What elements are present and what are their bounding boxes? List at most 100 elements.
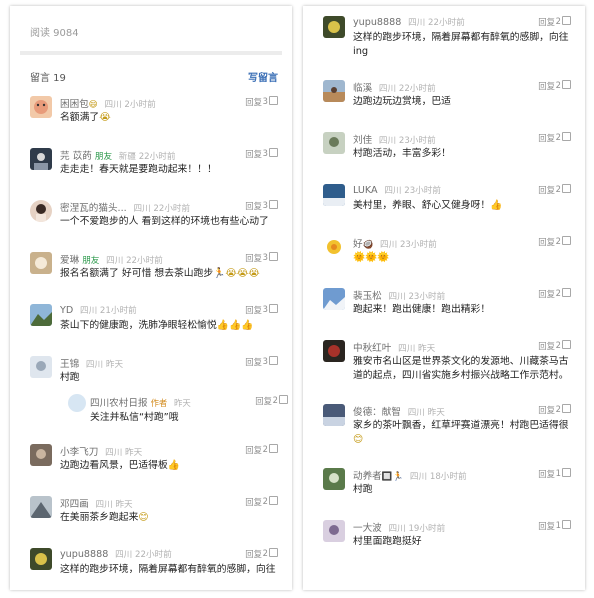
- commenter-name[interactable]: 困困包: [60, 99, 89, 110]
- location-time: 四川 22小时前: [133, 204, 191, 214]
- author-avatar[interactable]: [68, 394, 86, 412]
- location-time: 新疆 22小时前: [118, 152, 176, 162]
- commenter-name[interactable]: YD: [60, 305, 73, 316]
- commenter-name[interactable]: 邓四画: [60, 499, 89, 510]
- commenter-name[interactable]: 密涅瓦的猫头...: [60, 203, 127, 214]
- avatar[interactable]: [323, 288, 345, 310]
- like-button[interactable]: 2: [263, 548, 278, 558]
- commenter-name[interactable]: 裴玉松: [353, 291, 382, 302]
- avatar[interactable]: [323, 340, 345, 362]
- like-button[interactable]: 2: [556, 16, 571, 26]
- reply-button[interactable]: 回复: [245, 444, 262, 456]
- commenter-name[interactable]: 王锦: [60, 359, 79, 370]
- like-button[interactable]: 2: [263, 444, 278, 454]
- avatar[interactable]: [30, 496, 52, 518]
- commenter-name[interactable]: 刘佳: [353, 135, 372, 146]
- avatar[interactable]: [323, 468, 345, 490]
- comment-text: 这样的跑步环境，隔着屏幕都有醉氧的感脚，向往: [60, 564, 276, 575]
- reply-button[interactable]: 回复: [538, 132, 555, 144]
- avatar[interactable]: [30, 96, 52, 118]
- reply-button[interactable]: 回复: [245, 96, 262, 108]
- commenter-name[interactable]: 俊德：献智: [353, 407, 401, 418]
- reply-button[interactable]: 回复: [245, 148, 262, 160]
- avatar[interactable]: [30, 356, 52, 378]
- like-button[interactable]: 1: [556, 468, 571, 478]
- location-time: 四川 昨天: [105, 448, 143, 458]
- like-button[interactable]: 3: [263, 252, 278, 262]
- like-button[interactable]: 2: [556, 288, 571, 298]
- reply-button[interactable]: 回复: [245, 356, 262, 368]
- like-button[interactable]: 3: [263, 356, 278, 366]
- reply-button[interactable]: 回复: [538, 16, 555, 28]
- reply-button[interactable]: 回复: [245, 496, 262, 508]
- like-button[interactable]: 3: [263, 304, 278, 314]
- reply-button[interactable]: 回复: [538, 80, 555, 92]
- like-button[interactable]: 3: [263, 96, 278, 106]
- commenter-name[interactable]: LUKA: [353, 185, 378, 196]
- thumbs-up-icon: [269, 444, 278, 453]
- like-button[interactable]: 1: [556, 520, 571, 530]
- commenter-name[interactable]: 一大波: [353, 523, 382, 534]
- like-button[interactable]: 2: [263, 496, 278, 506]
- thumbs-up-icon: [269, 548, 278, 557]
- avatar[interactable]: [323, 16, 345, 38]
- avatar[interactable]: [323, 184, 345, 206]
- avatar[interactable]: [323, 520, 345, 542]
- commenter-name[interactable]: 芫 苡菂: [60, 151, 92, 162]
- comment-meta: 王锦 四川 昨天 回复 3: [60, 356, 282, 370]
- reply-button[interactable]: 回复: [255, 395, 272, 407]
- reply-button[interactable]: 回复: [538, 184, 555, 196]
- avatar[interactable]: [323, 236, 345, 258]
- location-time: 四川 22小时前: [378, 84, 436, 94]
- like-button[interactable]: 2: [556, 80, 571, 90]
- reply-button[interactable]: 回复: [538, 468, 555, 480]
- avatar[interactable]: [30, 148, 52, 170]
- comment-text: 报名名额满了 好可惜 想去茶山跑步🏃😭😭😭: [60, 268, 260, 279]
- author-reply-meta: 四川农村日报 作者 昨天: [90, 395, 191, 409]
- like-button[interactable]: 3: [263, 200, 278, 210]
- reply-button[interactable]: 回复: [245, 200, 262, 212]
- commenter-name[interactable]: yupu8888: [60, 549, 108, 560]
- like-button[interactable]: 3: [263, 148, 278, 158]
- thumbs-up-icon: [562, 340, 571, 349]
- reply-button[interactable]: 回复: [538, 404, 555, 416]
- commenter-name[interactable]: 爱琳: [60, 255, 79, 266]
- commenter-name[interactable]: 小李飞刀: [60, 447, 98, 458]
- like-button[interactable]: 2: [556, 132, 571, 142]
- avatar[interactable]: [30, 548, 52, 570]
- like-button[interactable]: 2: [273, 395, 288, 405]
- reply-button[interactable]: 回复: [538, 520, 555, 532]
- reply-button[interactable]: 回复: [245, 548, 262, 560]
- avatar[interactable]: [30, 304, 52, 326]
- avatar[interactable]: [30, 200, 52, 222]
- thumbs-up-icon: [562, 236, 571, 245]
- reply-button[interactable]: 回复: [245, 304, 262, 316]
- like-button[interactable]: 2: [556, 236, 571, 246]
- like-button[interactable]: 2: [556, 404, 571, 414]
- author-name[interactable]: 四川农村日报: [90, 398, 148, 409]
- comment-meta: YD 四川 21小时前 回复 3: [60, 304, 282, 318]
- avatar[interactable]: [323, 404, 345, 426]
- commenter-name[interactable]: 好: [353, 239, 363, 250]
- reply-button[interactable]: 回复: [538, 236, 555, 248]
- comment-text: 🌞🌞🌞: [353, 251, 571, 265]
- comment-item: 芫 苡菂 朋友 新疆 22小时前 回复 3 走走走！春天就是要跑动起来！！！: [10, 148, 292, 194]
- avatar[interactable]: [30, 444, 52, 466]
- avatar[interactable]: [323, 132, 345, 154]
- avatar[interactable]: [30, 252, 52, 274]
- reply-button[interactable]: 回复: [538, 288, 555, 300]
- location-time: 四川 昨天: [407, 408, 445, 418]
- like-button[interactable]: 2: [556, 340, 571, 350]
- location-time: 四川 昨天: [398, 344, 436, 354]
- commenter-name[interactable]: 中秋红叶: [353, 343, 391, 354]
- reply-button[interactable]: 回复: [245, 252, 262, 264]
- commenter-name[interactable]: 动养者: [353, 471, 382, 482]
- comment-meta: 芫 苡菂 朋友 新疆 22小时前 回复 3: [60, 148, 282, 162]
- reply-button[interactable]: 回复: [538, 340, 555, 352]
- avatar[interactable]: [323, 80, 345, 102]
- commenter-name[interactable]: 临溪: [353, 83, 372, 94]
- like-button[interactable]: 2: [556, 184, 571, 194]
- write-comment-link[interactable]: 写留言: [248, 69, 278, 84]
- comment-meta: 困困包😄 四川 2小时前 回复 3: [60, 96, 282, 110]
- commenter-name[interactable]: yupu8888: [353, 17, 401, 28]
